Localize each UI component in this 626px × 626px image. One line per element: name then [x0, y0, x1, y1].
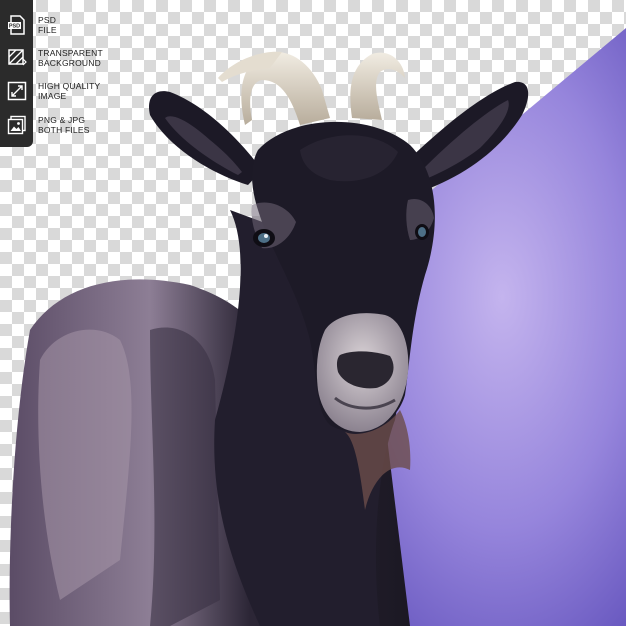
transparent-background-icon [0, 44, 33, 72]
feature-line2: FILE [38, 25, 57, 35]
feature-line1: PNG & JPG [38, 115, 86, 125]
feature-line2: IMAGE [38, 91, 67, 101]
feature-high-quality-image: HIGH QUALITY IMAGE [0, 77, 100, 105]
feature-transparent-background: TRANSPARENT BACKGROUND [0, 44, 103, 72]
svg-text:PSD: PSD [8, 24, 19, 30]
feature-line1: PSD [38, 15, 57, 25]
feature-psd-file: PSD PSD FILE [0, 11, 57, 39]
psd-file-icon: PSD [0, 11, 33, 39]
feature-line2: BACKGROUND [38, 58, 101, 68]
high-quality-image-icon [0, 77, 33, 105]
png-jpg-files-icon [0, 111, 33, 139]
feature-png-jpg-both-files: PNG & JPG BOTH FILES [0, 111, 90, 139]
feature-line2: BOTH FILES [38, 125, 90, 135]
image-canvas: PSD PSD FILE TRANSPARENT BACKGROUND HIGH… [0, 0, 626, 626]
feature-line1: TRANSPARENT [38, 48, 103, 58]
feature-line1: HIGH QUALITY [38, 81, 101, 91]
